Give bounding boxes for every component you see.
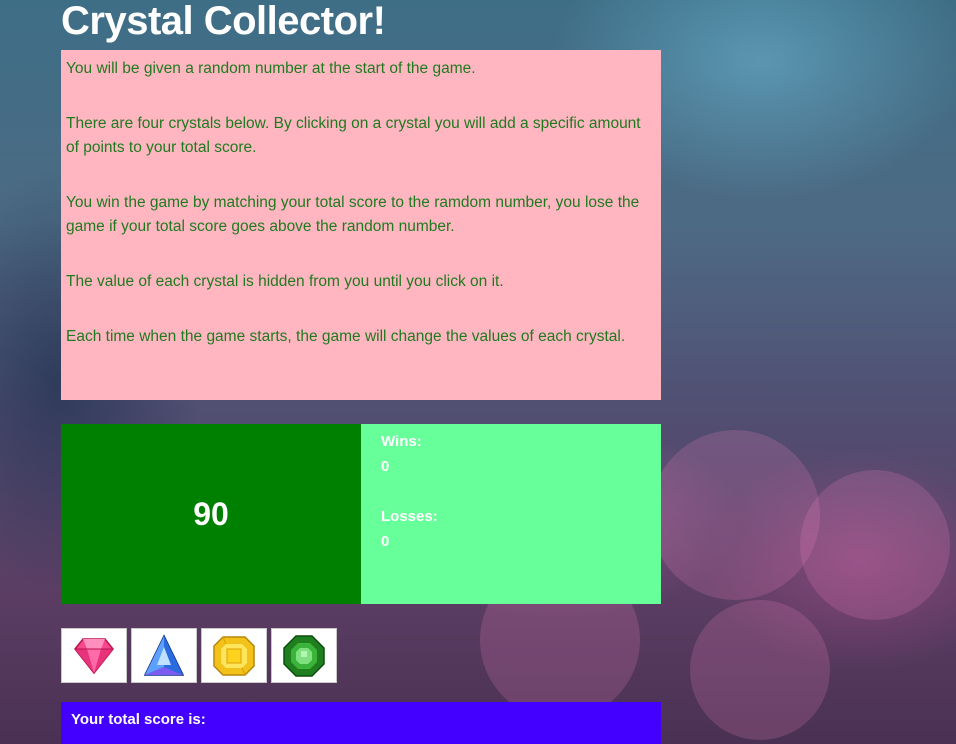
yellow-crystal-icon (213, 635, 255, 676)
pink-crystal-icon (74, 637, 114, 674)
green-crystal-icon (283, 634, 325, 677)
instruction-line: There are four crystals below. By clicki… (66, 115, 641, 156)
crystal-button-blue[interactable] (131, 628, 197, 683)
score-row: 90 Wins: 0 Losses: 0 (61, 424, 661, 604)
page-title: Crystal Collector! (61, 0, 386, 43)
wins-value: 0 (381, 458, 390, 475)
stats-panel: Wins: 0 Losses: 0 (361, 424, 661, 604)
crystal-button-green[interactable] (271, 628, 337, 683)
instruction-line: The value of each crystal is hidden from… (66, 273, 504, 290)
instructions-panel: You will be given a random number at the… (61, 50, 661, 400)
wins-label: Wins: (381, 433, 422, 450)
random-number-display: 90 (61, 424, 361, 604)
crystal-button-pink[interactable] (61, 628, 127, 683)
instruction-line: You will be given a random number at the… (66, 60, 476, 77)
crystal-button-yellow[interactable] (201, 628, 267, 683)
instruction-line: Each time when the game starts, the game… (66, 328, 626, 345)
total-score-bar: Your total score is: (61, 702, 661, 744)
total-score-label: Your total score is: (71, 711, 206, 728)
crystal-row (61, 628, 337, 683)
blue-crystal-icon (143, 633, 185, 676)
instruction-line: You win the game by matching your total … (66, 194, 640, 235)
losses-label: Losses: (381, 508, 438, 525)
losses-value: 0 (381, 533, 390, 550)
